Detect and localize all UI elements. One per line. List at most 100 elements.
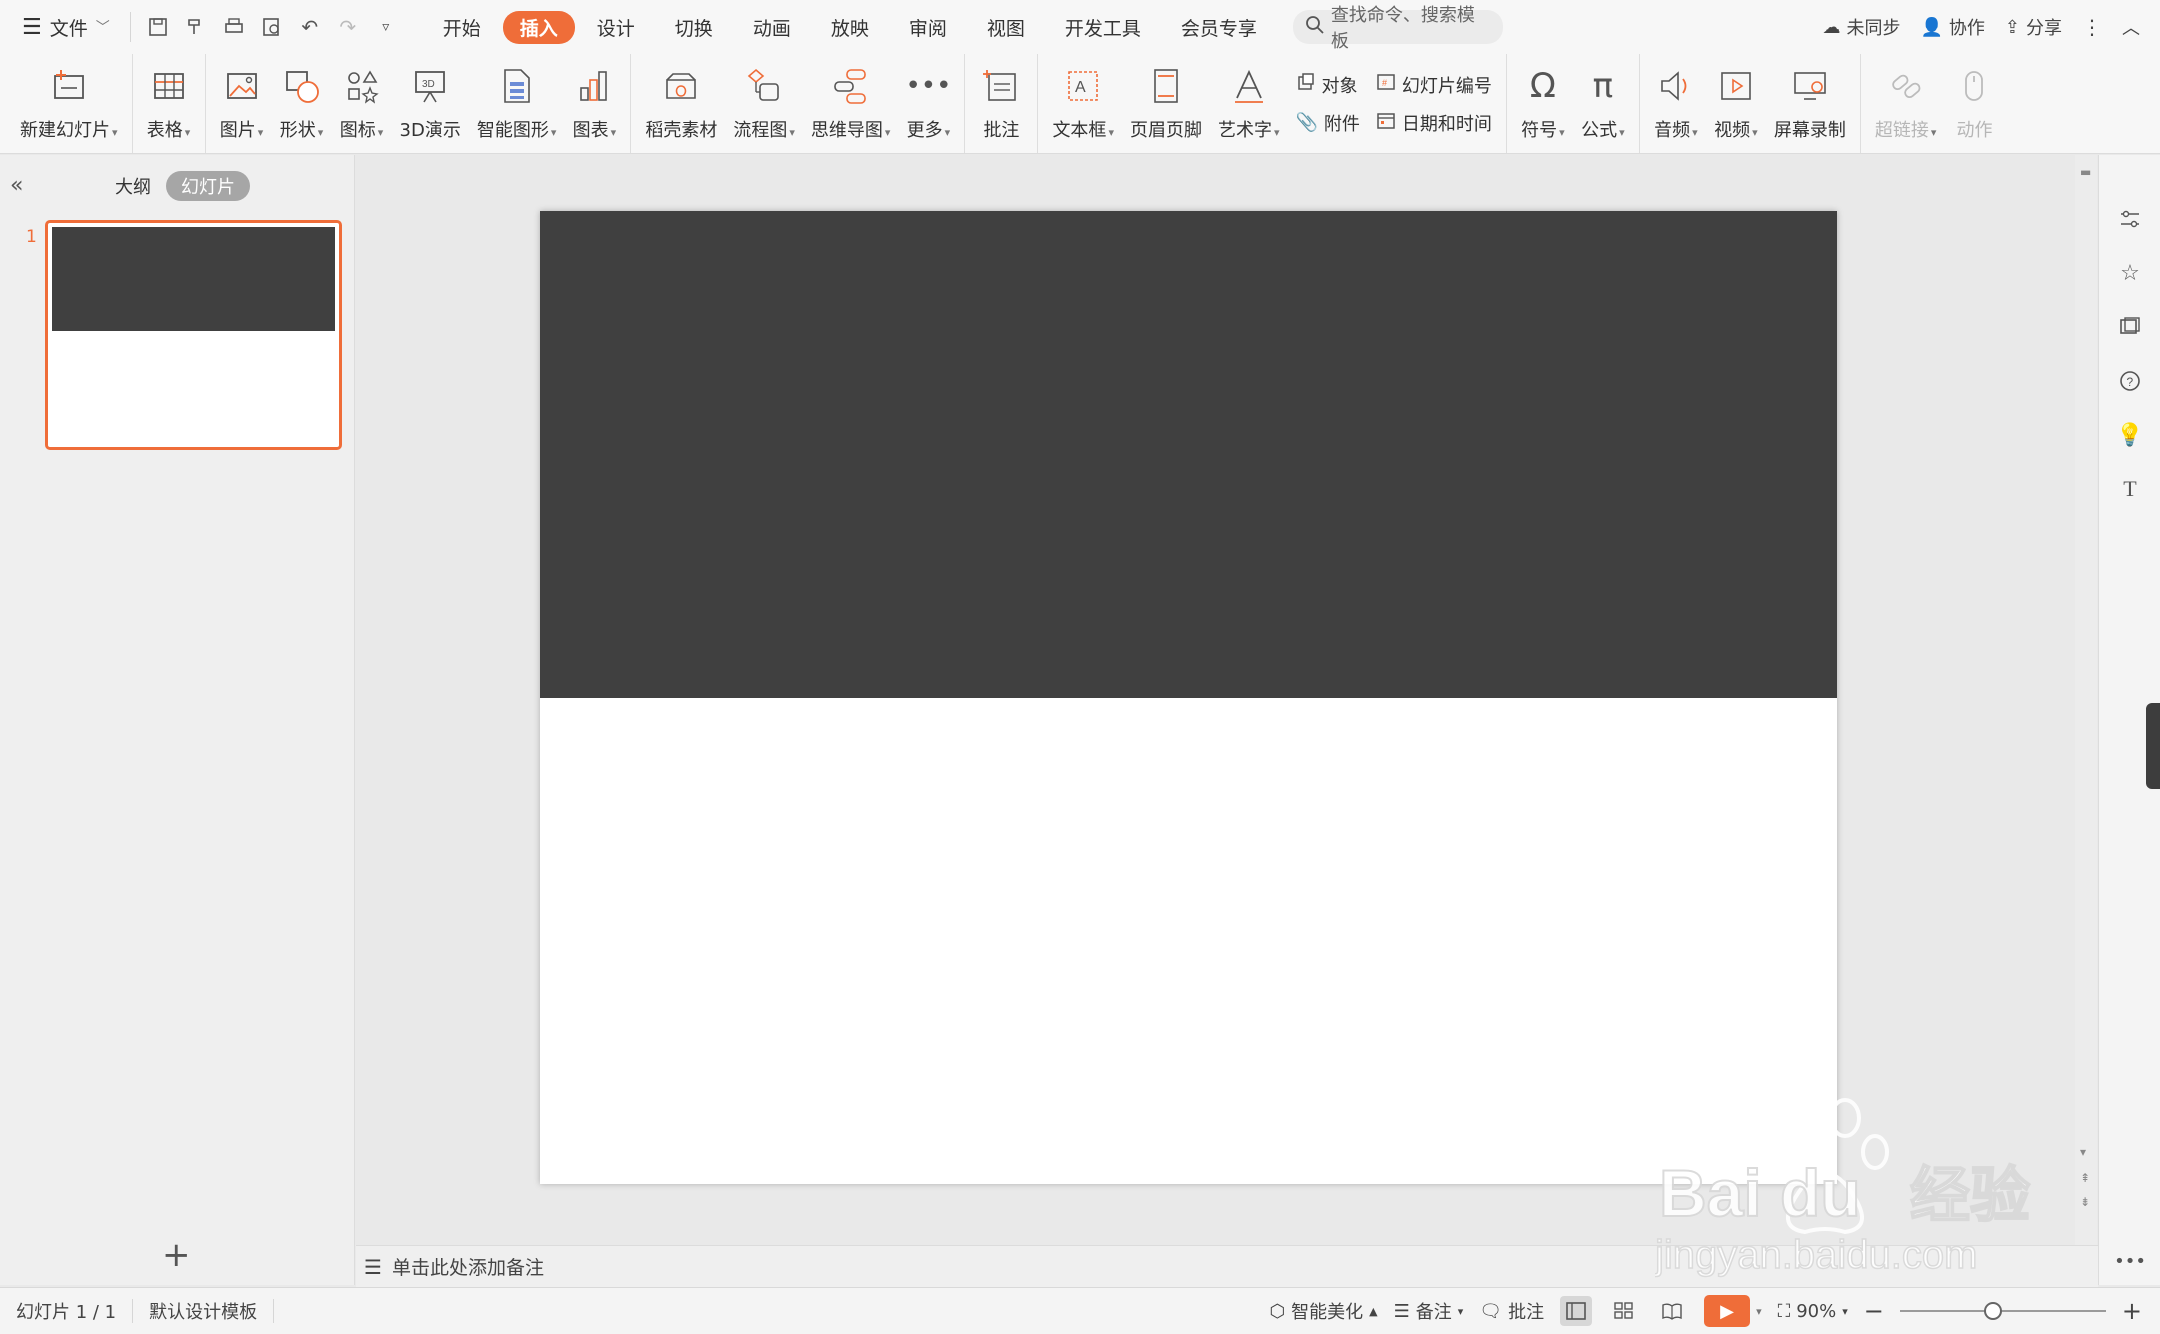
- 3d-demo-button[interactable]: 3D 3D演示: [392, 54, 469, 153]
- help-icon[interactable]: ?: [2116, 367, 2144, 395]
- more-tools-icon[interactable]: •••: [2114, 1247, 2146, 1275]
- format-painter-icon[interactable]: [183, 14, 209, 40]
- redo-icon[interactable]: ↷: [335, 14, 361, 40]
- play-options-icon[interactable]: ▾: [1756, 1305, 1762, 1318]
- tab-member[interactable]: 会员专享: [1163, 10, 1275, 45]
- tab-outline[interactable]: 大纲: [100, 171, 166, 201]
- zoom-slider-knob[interactable]: [1983, 1302, 2002, 1320]
- tab-design[interactable]: 设计: [579, 10, 653, 45]
- zoom-out-icon[interactable]: −: [1864, 1297, 1884, 1325]
- tab-developer[interactable]: 开发工具: [1047, 10, 1159, 45]
- smartart-button[interactable]: 智能图形: [469, 54, 565, 153]
- video-button[interactable]: 视频: [1706, 54, 1766, 153]
- 3d-board-icon: 3D: [408, 64, 452, 108]
- shape-button[interactable]: 形状: [272, 54, 332, 153]
- print-preview-icon[interactable]: [259, 14, 285, 40]
- wordart-icon: [1227, 64, 1271, 108]
- file-menu-button[interactable]: ☰ 文件 ﹀: [0, 0, 124, 54]
- cloud-icon: ☁: [1822, 16, 1841, 38]
- caret-down-icon: ▾: [1457, 1304, 1464, 1318]
- tab-view[interactable]: 视图: [969, 10, 1043, 45]
- zoom-slider[interactable]: [1899, 1302, 2106, 1320]
- lightbulb-icon[interactable]: 💡: [2116, 421, 2144, 449]
- slide-editing-area: [356, 155, 2073, 1245]
- save-icon[interactable]: [145, 14, 171, 40]
- mindmap-button[interactable]: 思维导图: [803, 54, 899, 153]
- docer-material-button[interactable]: 稻壳素材: [637, 54, 725, 153]
- text-style-icon[interactable]: T: [2116, 475, 2144, 503]
- customize-toolbar-icon[interactable]: ▿: [373, 14, 399, 40]
- object-button[interactable]: 对象: [1296, 72, 1360, 98]
- notes-toggle-button[interactable]: ☰ 备注 ▾: [1394, 1298, 1464, 1324]
- table-button[interactable]: 表格: [139, 54, 199, 153]
- collapse-ribbon-icon[interactable]: ︿: [2122, 14, 2140, 40]
- next-slide-icon[interactable]: ⇟: [2080, 1195, 2090, 1209]
- zoom-in-icon[interactable]: +: [2122, 1297, 2142, 1325]
- slide-library-icon[interactable]: [2116, 313, 2144, 341]
- share-button[interactable]: ⇪ 分享: [2005, 14, 2062, 40]
- calendar-icon: [1376, 110, 1396, 135]
- tab-transition[interactable]: 切换: [657, 10, 731, 45]
- picture-button[interactable]: 图片: [212, 54, 272, 153]
- tab-home[interactable]: 开始: [425, 10, 499, 45]
- attachment-button[interactable]: 📎 附件: [1296, 110, 1360, 136]
- icon-library-button[interactable]: 图标: [332, 54, 392, 153]
- header-footer-button[interactable]: 页眉页脚: [1122, 54, 1210, 153]
- tab-animation[interactable]: 动画: [735, 10, 809, 45]
- comment-toggle-button[interactable]: 🗨 批注: [1479, 1298, 1544, 1324]
- prev-slide-icon[interactable]: ⇞: [2080, 1171, 2090, 1185]
- flowchart-icon: [742, 64, 786, 108]
- audio-button[interactable]: 音频: [1646, 54, 1706, 153]
- add-slide-icon[interactable]: +: [162, 1235, 191, 1275]
- vertical-scrollbar[interactable]: ▬ ▾ ⇞ ⇟: [2075, 155, 2097, 1245]
- normal-view-icon[interactable]: [1560, 1296, 1593, 1326]
- sync-button[interactable]: ☁ 未同步: [1822, 14, 1900, 40]
- collaborate-button[interactable]: 👤 协作: [1920, 14, 1984, 40]
- slide-canvas[interactable]: [540, 211, 1837, 1184]
- print-icon[interactable]: [221, 14, 247, 40]
- more-button[interactable]: ••• 更多: [898, 54, 958, 153]
- link-icon: [1884, 64, 1928, 108]
- side-panel-tab[interactable]: [2146, 703, 2160, 789]
- symbol-button[interactable]: Ω 符号: [1513, 54, 1573, 153]
- properties-icon[interactable]: [2116, 205, 2144, 233]
- undo-icon[interactable]: ↶: [297, 14, 323, 40]
- zoom-dropdown-icon: ▾: [1842, 1304, 1848, 1318]
- command-search-input[interactable]: 查找命令、搜索模板: [1292, 5, 1503, 52]
- play-slideshow-button[interactable]: ▶: [1704, 1295, 1751, 1327]
- flowchart-button[interactable]: 流程图: [725, 54, 803, 153]
- object-icon: [1296, 72, 1316, 97]
- cube-icon: ⬡: [1269, 1300, 1286, 1322]
- pi-icon: π: [1592, 66, 1614, 106]
- action-button[interactable]: 动作: [1944, 54, 2004, 153]
- search-icon: [1305, 15, 1325, 40]
- star-icon[interactable]: ☆: [2116, 259, 2144, 287]
- textbox-button[interactable]: A 文本框: [1044, 54, 1122, 153]
- slide-sorter-icon[interactable]: [1608, 1296, 1640, 1326]
- datetime-button[interactable]: 日期和时间: [1376, 110, 1492, 136]
- slide-thumbnail[interactable]: [45, 220, 342, 450]
- scroll-down-icon[interactable]: ▾: [2080, 1145, 2086, 1159]
- template-name[interactable]: 默认设计模板: [133, 1299, 275, 1323]
- dark-rectangle-shape[interactable]: [540, 211, 1837, 698]
- reading-view-icon[interactable]: [1656, 1296, 1688, 1326]
- tab-slides[interactable]: 幻灯片: [166, 171, 250, 201]
- tab-review[interactable]: 审阅: [891, 10, 965, 45]
- notes-area[interactable]: ☰ 单击此处添加备注: [356, 1245, 2098, 1287]
- hyperlink-button[interactable]: 超链接: [1867, 54, 1945, 153]
- slide-number-button[interactable]: # 幻灯片编号: [1376, 72, 1492, 98]
- scroll-thumb[interactable]: ▬: [2080, 165, 2091, 179]
- fit-window-button[interactable]: ⛶ 90% ▾: [1778, 1301, 1848, 1322]
- formula-button[interactable]: π 公式: [1573, 54, 1633, 153]
- wordart-button[interactable]: 艺术字: [1210, 54, 1288, 153]
- more-options-icon[interactable]: ⋮: [2082, 15, 2102, 39]
- collapse-panel-icon[interactable]: «: [10, 169, 23, 203]
- screen-record-button[interactable]: 屏幕录制: [1766, 54, 1854, 153]
- tab-slideshow[interactable]: 放映: [813, 10, 887, 45]
- new-slide-button[interactable]: 新建幻灯片: [12, 54, 126, 153]
- smart-beautify-button[interactable]: ⬡ 智能美化 ▲: [1269, 1298, 1377, 1324]
- insert-comment-button[interactable]: 批注: [971, 54, 1031, 153]
- tab-insert[interactable]: 插入: [502, 10, 575, 44]
- hamburger-icon: ☰: [22, 14, 42, 40]
- chart-button[interactable]: 图表: [564, 54, 624, 153]
